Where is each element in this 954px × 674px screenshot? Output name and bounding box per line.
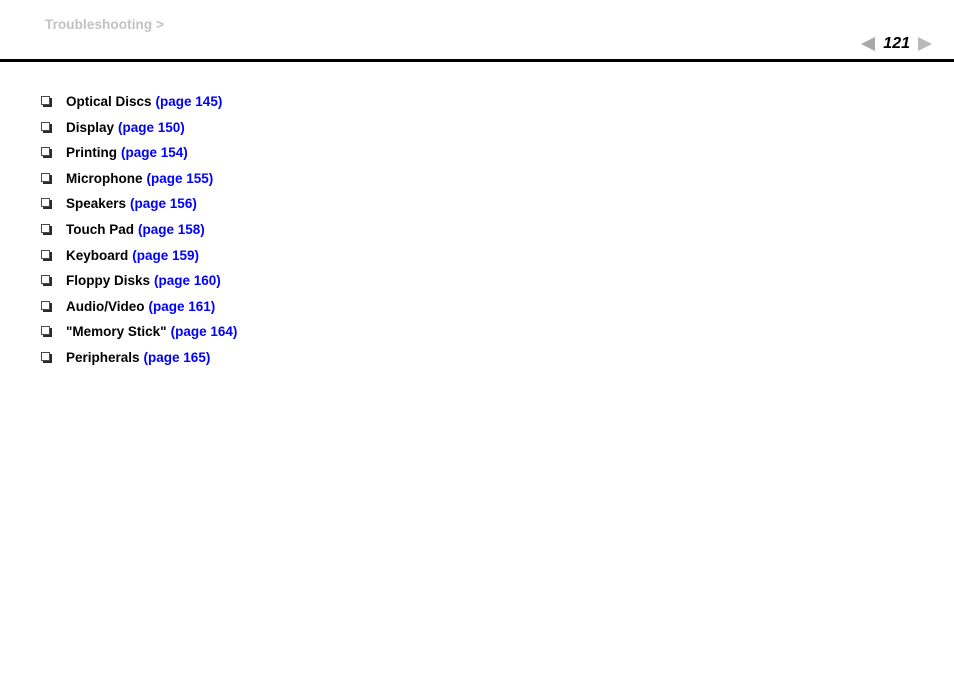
header-divider <box>0 59 954 62</box>
square-bullet-icon <box>41 249 50 259</box>
square-bullet-icon <box>41 96 50 105</box>
list-item-page-link[interactable]: (page 165) <box>144 350 211 365</box>
square-bullet-icon <box>41 147 50 157</box>
content-area: Optical Discs (page 145) Display (page 150)… <box>0 92 954 374</box>
list-item[interactable]: Keyboard (page 159) <box>0 246 954 272</box>
list-item-label: Microphone <box>66 170 143 186</box>
square-bullet-icon <box>41 198 50 208</box>
list-item-label: Display <box>66 119 115 135</box>
square-bullet-icon <box>41 172 50 182</box>
square-bullet-icon <box>41 223 50 233</box>
troubleshooting-topic-list: Optical Discs (page 145) Display (page 150)… <box>0 92 954 374</box>
list-item-page-link[interactable]: (page 145) <box>156 94 223 109</box>
list-item-label: Peripherals <box>66 349 140 365</box>
list-item-label: Audio/Video <box>66 298 145 314</box>
triangle-right-icon[interactable] <box>918 37 932 51</box>
list-item[interactable]: Display (page 150) <box>0 118 954 144</box>
list-item-label: "Memory Stick" <box>66 324 167 340</box>
breadcrumb-item-troubleshooting[interactable]: Troubleshooting <box>45 17 152 32</box>
list-item-page-link[interactable]: (page 161) <box>149 299 216 314</box>
square-bullet-icon <box>41 326 50 336</box>
page-number: 121 <box>883 35 910 52</box>
square-bullet-icon <box>41 275 50 285</box>
square-bullet-icon <box>41 300 50 310</box>
list-item-page-link[interactable]: (page 159) <box>132 248 199 263</box>
list-item[interactable]: Peripherals (page 165) <box>0 348 954 374</box>
list-item-page-link[interactable]: (page 156) <box>130 196 197 211</box>
square-bullet-icon <box>41 351 50 361</box>
list-item-page-link[interactable]: (page 150) <box>118 120 185 135</box>
list-item-label: Speakers <box>66 196 127 212</box>
list-item-label: Floppy Disks <box>66 273 151 289</box>
list-item-label: Keyboard <box>66 247 129 263</box>
list-item[interactable]: Touch Pad (page 158) <box>0 220 954 246</box>
list-item[interactable]: Audio/Video (page 161) <box>0 297 954 323</box>
breadcrumb-separator: > <box>156 17 165 32</box>
list-item-page-link[interactable]: (page 155) <box>147 171 214 186</box>
page-navigation: 121 <box>861 34 932 54</box>
list-item-label: Optical Discs <box>66 94 152 109</box>
list-item-label: Printing <box>66 145 117 161</box>
triangle-left-icon[interactable] <box>861 37 876 51</box>
list-item[interactable]: Microphone (page 155) <box>0 169 954 195</box>
list-item-page-link[interactable]: (page 160) <box>154 273 221 288</box>
list-item[interactable]: "Memory Stick" (page 164) <box>0 322 954 348</box>
page-header: Troubleshooting > 121 <box>0 0 954 62</box>
list-item[interactable]: Floppy Disks (page 160) <box>0 271 954 297</box>
list-item-page-link[interactable]: (page 158) <box>138 222 205 237</box>
list-item-label: Touch Pad <box>66 221 135 237</box>
breadcrumb: Troubleshooting > <box>45 17 164 32</box>
square-bullet-icon <box>41 121 50 131</box>
list-item[interactable]: Printing (page 154) <box>0 143 954 169</box>
list-item[interactable]: Speakers (page 156) <box>0 194 954 220</box>
list-item[interactable]: Optical Discs (page 145) <box>0 92 954 118</box>
list-item-page-link[interactable]: (page 164) <box>171 324 238 339</box>
list-item-page-link[interactable]: (page 154) <box>121 145 188 160</box>
